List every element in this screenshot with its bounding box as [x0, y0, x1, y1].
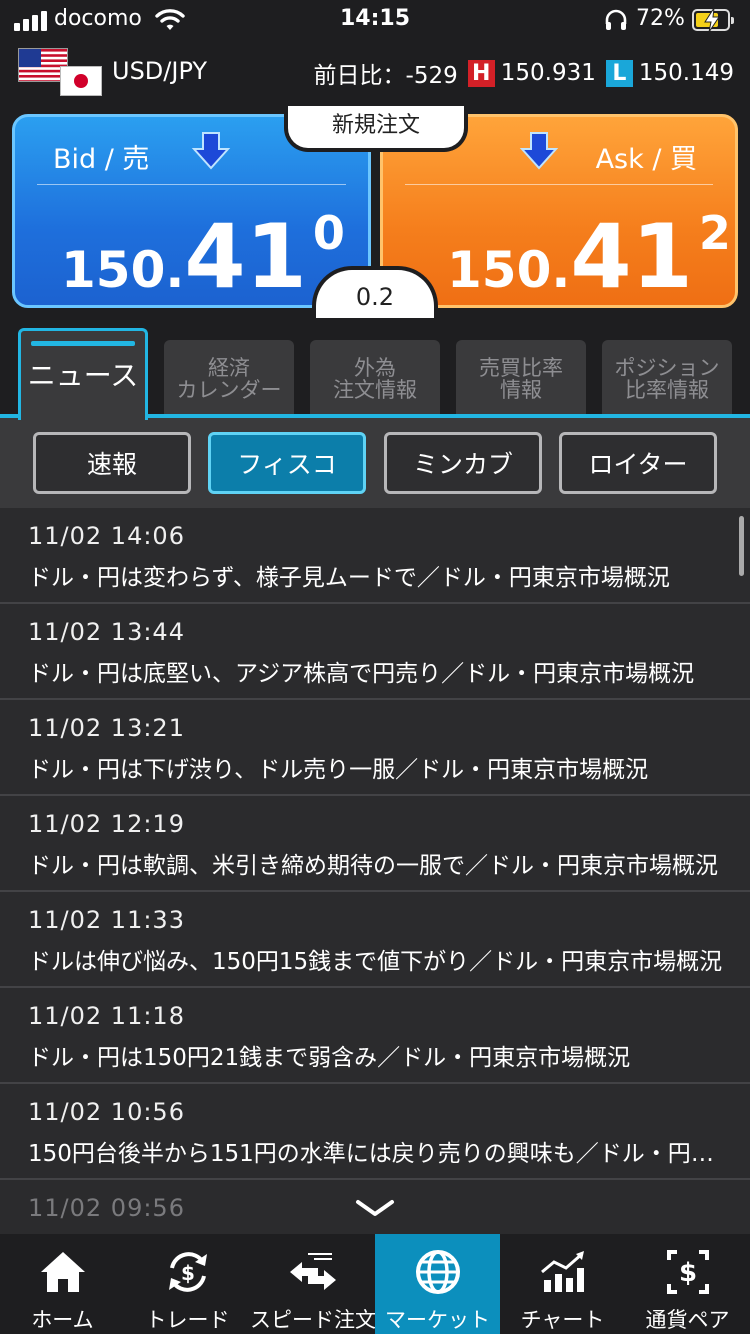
battery-percent: 72% — [636, 6, 685, 31]
news-item[interactable]: 11/02 13:21 ドル・円は下げ渋り、ドル売り一服／ドル・円東京市場概況 — [0, 700, 750, 796]
speed-order-icon — [290, 1253, 336, 1290]
new-order-button[interactable]: 新規注文 — [284, 106, 468, 152]
high-badge: H — [467, 59, 495, 87]
ask-price: 150.41 2 — [447, 205, 731, 308]
tab-position-ratio[interactable]: ポジション 比率情報 — [602, 340, 732, 418]
market-tabs: ニュース 経済 カレンダー 外為 注文情報 売買比率 情報 ポジション 比率情報 — [0, 320, 750, 420]
news-item[interactable]: 11/02 10:56 150円台後半から151円の水準には戻り売りの興味も／ド… — [0, 1084, 750, 1180]
news-item[interactable]: 11/02 12:19 ドル・円は軟調、米引き締め期待の一服で／ドル・円東京市場… — [0, 796, 750, 892]
news-list[interactable]: 11/02 14:06 ドル・円は変わらず、様子見ムードで／ドル・円東京市場概況… — [0, 508, 750, 1234]
quote-panel: Bid / 売 150.41 0 Ask / 買 150.41 2 新規注文 0.2 — [0, 106, 750, 320]
headphones-icon — [605, 9, 627, 30]
source-minkabu-button[interactable]: ミンカブ — [384, 432, 542, 494]
battery-icon — [692, 8, 734, 32]
chevron-down-icon[interactable] — [354, 1196, 396, 1220]
nav-chart[interactable]: チャート — [500, 1234, 625, 1334]
bottom-navigation: ホーム $ トレード スピード注文 マーケット チャート $ 通貨ペア — [0, 1234, 750, 1334]
news-item[interactable]: 11/02 14:06 ドル・円は変わらず、様子見ムードで／ドル・円東京市場概況 — [0, 508, 750, 604]
nav-currency-pair[interactable]: $ 通貨ペア — [625, 1234, 750, 1334]
currency-pair-icon: $ — [667, 1250, 709, 1294]
news-item[interactable]: 11/02 13:44 ドル・円は底堅い、アジア株高で円売り／ドル・円東京市場概… — [0, 604, 750, 700]
currency-header: USD/JPY 前日比：-529 H 150.931 L 150.149 — [0, 40, 750, 106]
bid-label: Bid / 売 — [53, 144, 150, 175]
chart-icon — [541, 1251, 584, 1292]
currency-pair-name[interactable]: USD/JPY — [112, 57, 207, 85]
svg-text:$: $ — [679, 1258, 697, 1288]
news-item[interactable]: 11/02 11:18 ドル・円は150円21銭まで弱含み／ドル・円東京市場概況 — [0, 988, 750, 1084]
svg-text:$: $ — [181, 1261, 195, 1285]
tab-news[interactable]: ニュース — [18, 328, 148, 420]
status-bar: docomo 14:15 72% — [0, 0, 750, 40]
low-badge: L — [605, 59, 633, 87]
trade-exchange-icon: $ — [169, 1252, 207, 1292]
news-source-selector: 速報 フィスコ ミンカブ ロイター — [0, 418, 750, 508]
arrow-down-icon — [519, 132, 559, 170]
globe-icon — [416, 1250, 460, 1294]
scrollbar[interactable] — [739, 516, 744, 576]
home-icon — [41, 1252, 85, 1292]
nav-market[interactable]: マーケット — [375, 1234, 500, 1334]
source-sokuho-button[interactable]: 速報 — [33, 432, 191, 494]
high-value: 150.931 — [500, 60, 596, 86]
source-fisco-button[interactable]: フィスコ — [208, 432, 366, 494]
tab-trade-ratio[interactable]: 売買比率 情報 — [456, 340, 586, 418]
nav-trade[interactable]: $ トレード — [125, 1234, 250, 1334]
nav-home[interactable]: ホーム — [0, 1234, 125, 1334]
tab-fx-order-info[interactable]: 外為 注文情報 — [310, 340, 440, 418]
low-value: 150.149 — [638, 60, 734, 86]
ask-label: Ask / 買 — [595, 144, 697, 175]
previous-day-change: 前日比：-529 — [313, 63, 458, 89]
bid-price: 150.41 0 — [61, 205, 345, 308]
news-item[interactable]: 11/02 11:33 ドルは伸び悩み、150円15銭まで値下がり／ドル・円東京… — [0, 892, 750, 988]
arrow-down-icon — [191, 132, 231, 170]
source-reuters-button[interactable]: ロイター — [559, 432, 717, 494]
spread-value: 0.2 — [312, 266, 438, 318]
japan-flag-icon — [60, 66, 102, 96]
nav-speed-order[interactable]: スピード注文 — [250, 1234, 376, 1334]
tab-economic-calendar[interactable]: 経済 カレンダー — [164, 340, 294, 418]
